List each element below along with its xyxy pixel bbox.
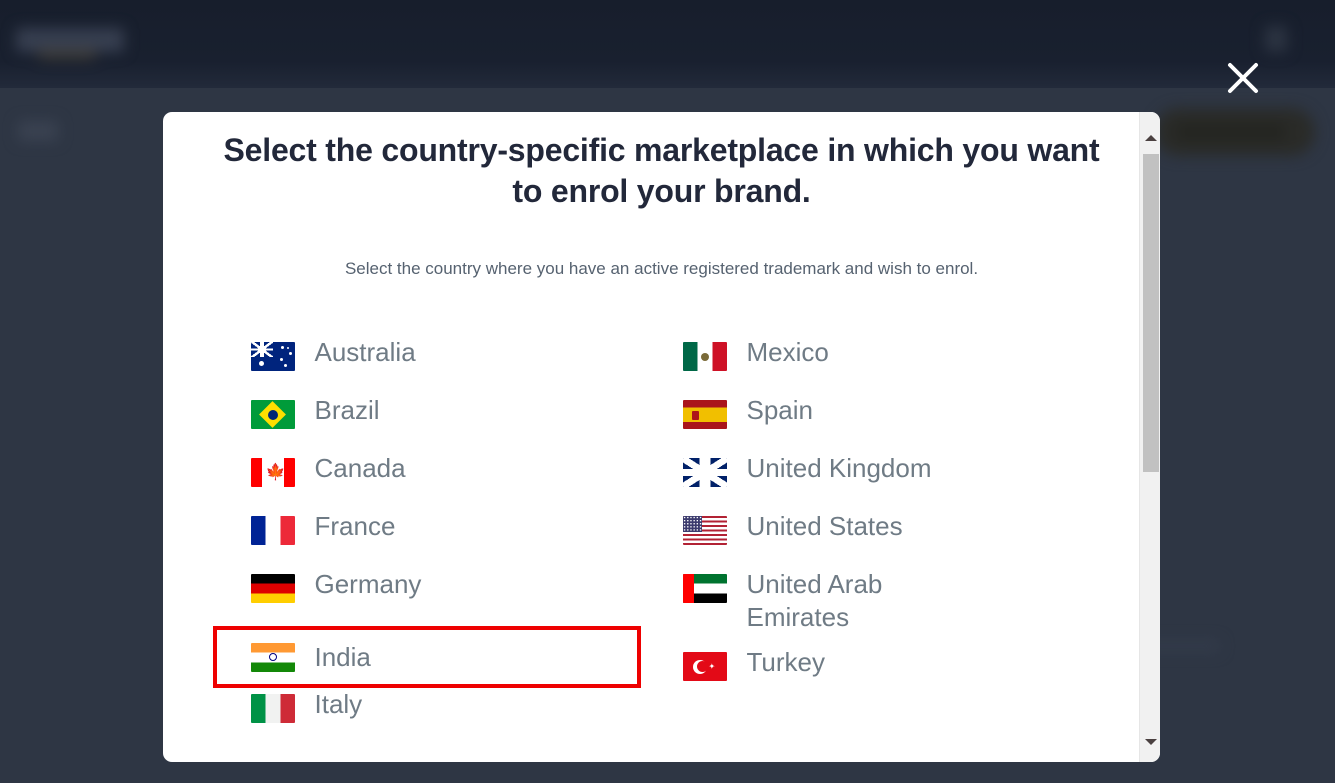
country-item-united-kingdom[interactable]: United Kingdom	[682, 452, 1073, 510]
flag-united-kingdom-icon	[682, 458, 727, 487]
country-label: United Kingdom	[746, 453, 932, 483]
country-label: United States	[746, 511, 903, 541]
flag-germany-icon	[250, 574, 295, 603]
country-column-left: Australia Brazil 🍁 Canada France Germany…	[212, 336, 641, 746]
country-item-turkey[interactable]: ✦ Turkey	[682, 646, 1073, 704]
background-action-button-label	[1175, 124, 1287, 140]
scroll-down-arrow-button[interactable]	[1140, 730, 1160, 754]
country-item-italy[interactable]: Italy	[250, 688, 641, 746]
modal-scrollbar[interactable]	[1139, 112, 1160, 762]
flag-india-icon	[250, 642, 295, 672]
country-column-right: Mexico Spain United Kingdom United State…	[682, 336, 1073, 746]
country-label: Canada	[314, 453, 406, 483]
background-header-bar	[0, 0, 1335, 88]
amazon-smile-icon	[36, 50, 98, 59]
flag-united-states-icon	[682, 516, 727, 545]
modal-title: Select the country-specific marketplace …	[223, 132, 1100, 209]
country-item-australia[interactable]: Australia	[250, 336, 641, 394]
country-item-united-arab-emirates[interactable]: United Arab Emirates	[682, 568, 1073, 646]
modal-content: Select the country-specific marketplace …	[163, 112, 1160, 762]
country-item-brazil[interactable]: Brazil	[250, 394, 641, 452]
flag-canada-icon: 🍁	[250, 458, 295, 487]
scroll-up-arrow-button[interactable]	[1140, 126, 1160, 150]
chevron-up-icon	[1144, 135, 1157, 141]
country-label: United Arab Emirates	[746, 569, 883, 632]
modal-subtitle: Select the country where you have an act…	[344, 259, 979, 278]
country-item-germany[interactable]: Germany	[250, 568, 641, 626]
country-item-mexico[interactable]: Mexico	[682, 336, 1073, 394]
country-label: France	[314, 511, 396, 541]
close-button[interactable]	[1221, 56, 1265, 100]
flag-united-arab-emirates-icon	[682, 574, 727, 603]
flag-turkey-icon: ✦	[682, 652, 727, 681]
flag-mexico-icon	[682, 342, 727, 371]
country-item-united-states[interactable]: United States	[682, 510, 1073, 568]
flag-italy-icon	[250, 694, 295, 723]
flag-spain-icon	[682, 400, 727, 429]
country-item-france[interactable]: France	[250, 510, 641, 568]
country-item-spain[interactable]: Spain	[682, 394, 1073, 452]
country-item-india[interactable]: India	[212, 626, 641, 688]
screen: Select the country-specific marketplace …	[0, 0, 1335, 783]
country-item-canada[interactable]: 🍁 Canada	[250, 452, 641, 510]
country-label: Mexico	[746, 337, 829, 367]
country-label: Turkey	[746, 647, 826, 677]
country-label: Italy	[314, 689, 363, 719]
country-selection-modal: Select the country-specific marketplace …	[163, 112, 1160, 762]
country-label: Spain	[746, 395, 814, 425]
flag-france-icon	[250, 516, 295, 545]
scrollbar-thumb[interactable]	[1143, 154, 1159, 472]
amazon-logo	[16, 28, 124, 52]
country-label: Australia	[314, 337, 416, 367]
country-label: India	[314, 641, 371, 672]
chevron-down-icon	[1144, 739, 1157, 745]
header-right-icon	[1265, 26, 1287, 52]
flag-australia-icon	[250, 342, 295, 371]
country-label: Germany	[314, 569, 422, 599]
close-icon	[1228, 63, 1258, 93]
country-label: Brazil	[314, 395, 380, 425]
background-nav-label	[18, 121, 58, 141]
country-grid: Australia Brazil 🍁 Canada France Germany…	[212, 336, 1073, 746]
flag-brazil-icon	[250, 400, 295, 429]
